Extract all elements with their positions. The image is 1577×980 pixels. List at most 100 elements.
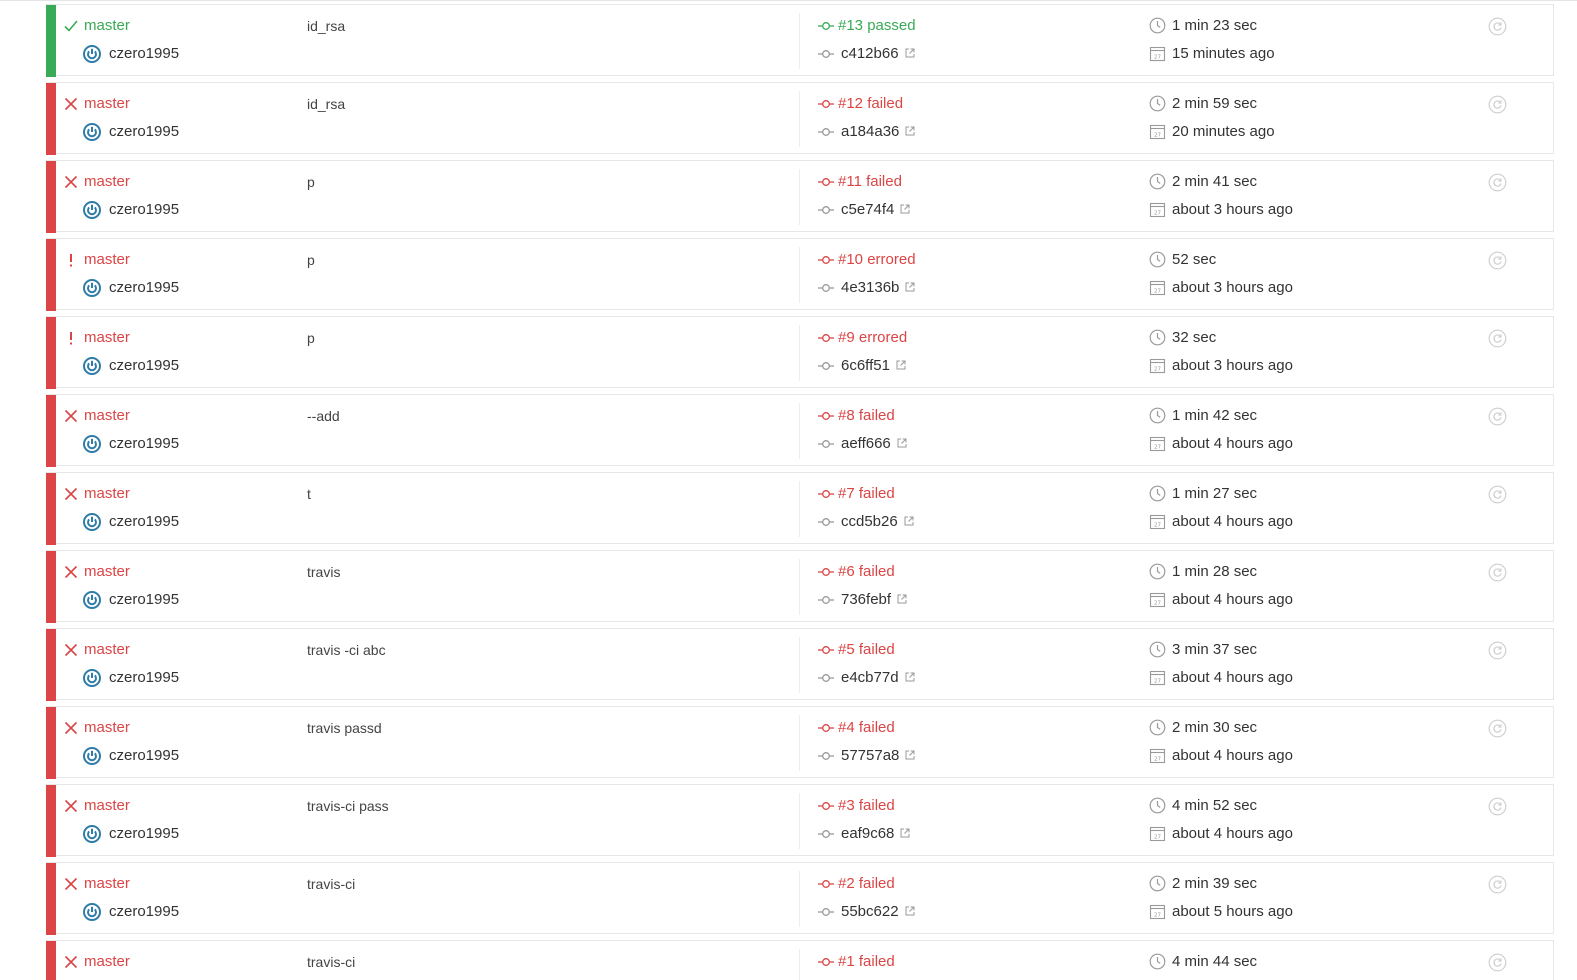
- branch-link[interactable]: master: [84, 407, 130, 425]
- commit-sha-link[interactable]: 736febf: [841, 591, 907, 609]
- build-number-link[interactable]: #10 errored: [838, 251, 916, 269]
- build-row[interactable]: master czero1995 t #7 failed ccd5b26 1 min 27…: [46, 472, 1554, 545]
- restart-icon[interactable]: [1488, 719, 1507, 738]
- commit-sha-link[interactable]: 57757a8: [841, 747, 915, 765]
- commit-sha-link[interactable]: aeff666: [841, 435, 907, 453]
- restart-icon[interactable]: [1488, 251, 1507, 270]
- build-number-link[interactable]: #3 failed: [838, 797, 895, 815]
- build-duration: 1 min 23 sec: [1172, 17, 1258, 34]
- restart-icon[interactable]: [1488, 875, 1507, 894]
- build-row[interactable]: master czero1995 travis passd #4 failed 5775…: [46, 706, 1554, 779]
- branch-link[interactable]: master: [84, 329, 130, 347]
- restart-icon[interactable]: [1488, 797, 1507, 816]
- commit-node-icon: [818, 408, 834, 424]
- branch-link[interactable]: master: [84, 563, 130, 581]
- build-row[interactable]: master czero1995 travis-ci #2 failed 55bc622…: [46, 862, 1554, 935]
- build-row[interactable]: master czero1995 p #10 errored 4e3136b 52 sec…: [46, 238, 1554, 311]
- build-row[interactable]: master czero1995 --add #8 failed aeff666 1 mi…: [46, 394, 1554, 467]
- branch-link[interactable]: master: [84, 17, 130, 35]
- build-row[interactable]: master czero1995 id_rsa #12 failed a184a36 2 …: [46, 82, 1554, 155]
- branch-link[interactable]: master: [84, 797, 130, 815]
- restart-icon[interactable]: [1488, 407, 1507, 426]
- build-number-link[interactable]: #1 failed: [838, 953, 895, 971]
- build-number-link[interactable]: #13 passed: [838, 17, 916, 35]
- restart-icon[interactable]: [1488, 641, 1507, 660]
- restart-icon[interactable]: [1488, 563, 1507, 582]
- commit-sha-link[interactable]: 6c6ff51: [841, 357, 906, 375]
- restart-icon[interactable]: [1488, 329, 1507, 348]
- build-row[interactable]: master czero1995 p #11 failed c5e74f4 2 min 4…: [46, 160, 1554, 233]
- clock-icon: [1149, 95, 1166, 112]
- build-row[interactable]: master czero1995 p #9 errored 6c6ff51 32 sec 2…: [46, 316, 1554, 389]
- commit-sha-link[interactable]: 55bc622: [841, 903, 915, 921]
- exclamation-icon: [62, 251, 80, 269]
- build-duration: 32 sec: [1172, 329, 1217, 346]
- build-finished-time: about 4 hours ago: [1172, 513, 1293, 530]
- column-divider: [799, 91, 800, 147]
- build-status-bar: [46, 317, 56, 389]
- branch-link[interactable]: master: [84, 173, 130, 191]
- commit-sha-link[interactable]: a184a36: [841, 123, 915, 141]
- build-number-link[interactable]: #9 errored: [838, 329, 907, 347]
- commit-sha-link[interactable]: c412b66: [841, 45, 915, 63]
- commit-node-icon: [818, 18, 834, 34]
- column-divider: [799, 793, 800, 849]
- clock-icon: [1149, 719, 1166, 736]
- commit-message: id_rsa: [307, 96, 346, 112]
- commit-sha-link[interactable]: 4e3136b: [841, 279, 915, 297]
- build-number-link[interactable]: #8 failed: [838, 407, 895, 425]
- build-row[interactable]: master czero1995 travis -ci abc #5 failed e4…: [46, 628, 1554, 701]
- restart-icon[interactable]: [1488, 95, 1507, 114]
- build-row[interactable]: master czero1995 travis-ci pass #3 failed ea…: [46, 784, 1554, 857]
- restart-icon[interactable]: [1488, 173, 1507, 192]
- build-number-link[interactable]: #2 failed: [838, 875, 895, 893]
- calendar-icon: 27: [1149, 201, 1166, 218]
- branch-link[interactable]: master: [84, 641, 130, 659]
- commit-node-icon: [818, 592, 834, 608]
- build-status-bar: [46, 863, 56, 935]
- cross-icon: [62, 875, 80, 893]
- branch-link[interactable]: master: [84, 485, 130, 503]
- build-status-bar: [46, 395, 56, 467]
- build-number-link[interactable]: #5 failed: [838, 641, 895, 659]
- commit-message: p: [307, 330, 315, 346]
- commit-node-icon: [818, 954, 834, 970]
- build-row[interactable]: master czero1995 travis #6 failed 736febf 1 m…: [46, 550, 1554, 623]
- build-number-link[interactable]: #6 failed: [838, 563, 895, 581]
- restart-icon[interactable]: [1488, 17, 1507, 36]
- calendar-icon: 27: [1149, 669, 1166, 686]
- column-divider: [799, 169, 800, 225]
- restart-icon[interactable]: [1488, 953, 1507, 972]
- build-status-bar: [46, 161, 56, 233]
- build-number-link[interactable]: #12 failed: [838, 95, 903, 113]
- build-number-link[interactable]: #4 failed: [838, 719, 895, 737]
- branch-link[interactable]: master: [84, 875, 130, 893]
- commit-sha-link[interactable]: eaf9c68: [841, 825, 910, 843]
- build-number-link[interactable]: #11 failed: [838, 173, 902, 191]
- commit-node-icon: [818, 202, 834, 218]
- commit-sha-link[interactable]: ccd5b26: [841, 513, 914, 531]
- commit-sha-link[interactable]: c5e74f4: [841, 201, 910, 219]
- build-row[interactable]: master czero1995 id_rsa #13 passed c412b66 1 …: [46, 4, 1554, 77]
- branch-link[interactable]: master: [84, 95, 130, 113]
- build-number-link[interactable]: #7 failed: [838, 485, 895, 503]
- svg-text:27: 27: [1154, 132, 1161, 138]
- external-link-icon: [899, 279, 915, 297]
- clock-icon: [1149, 407, 1166, 424]
- commit-node-icon: [818, 252, 834, 268]
- clock-icon: [1149, 875, 1166, 892]
- calendar-icon: 27: [1149, 45, 1166, 62]
- power-avatar-icon: [83, 123, 101, 141]
- branch-link[interactable]: master: [84, 719, 130, 737]
- external-link-icon: [898, 513, 914, 531]
- branch-link[interactable]: master: [84, 953, 130, 971]
- cross-icon: [62, 719, 80, 737]
- commit-sha-link[interactable]: e4cb77d: [841, 669, 915, 687]
- calendar-icon: 27: [1149, 435, 1166, 452]
- restart-icon[interactable]: [1488, 485, 1507, 504]
- clock-icon: [1149, 953, 1166, 970]
- build-row[interactable]: masterczero1995travis-ci#1 failed4 min 4…: [46, 940, 1554, 980]
- commit-node-icon: [818, 436, 834, 452]
- branch-link[interactable]: master: [84, 251, 130, 269]
- column-divider: [799, 871, 800, 927]
